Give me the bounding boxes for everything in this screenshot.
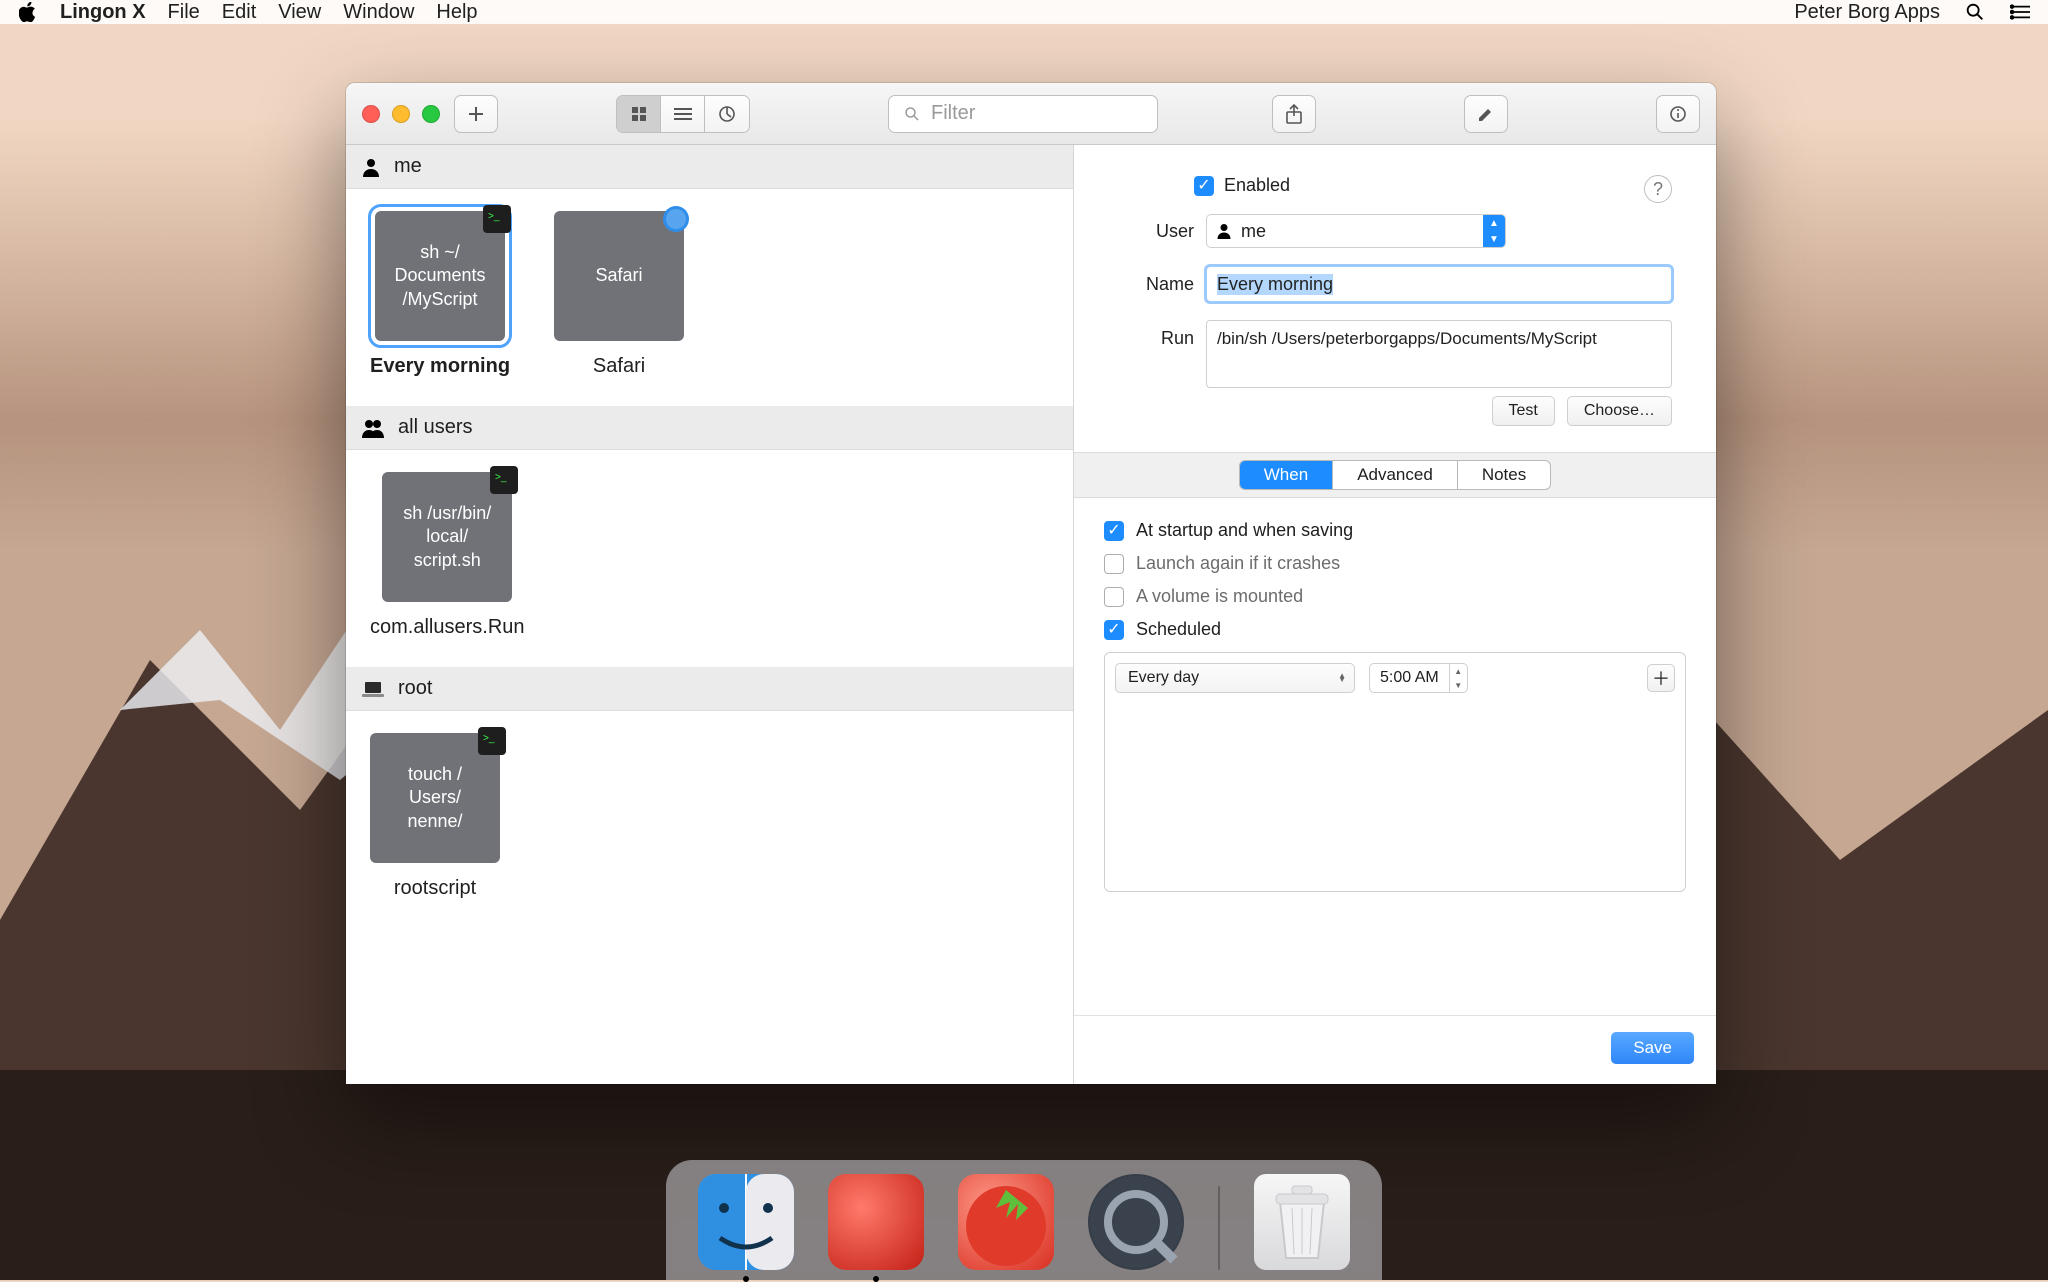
run-label: Run [1074,328,1194,349]
name-label: Name [1074,274,1194,295]
info-button[interactable] [1656,95,1700,133]
detail-tabs: When Advanced Notes [1239,460,1551,490]
dock-quicktime[interactable] [1088,1174,1184,1270]
schedule-time-field[interactable]: 5:00 AM ▲▼ [1369,663,1468,693]
safari-icon [662,205,690,233]
check-volume-mounted[interactable] [1104,587,1124,607]
dock-separator [1218,1186,1220,1270]
name-field[interactable]: Every morning [1206,266,1672,302]
main-window: Filter me sh ~/ Documents /MyScript [346,83,1716,1084]
schedule-list: Every day ▲▼ 5:00 AM ▲▼ ＋ [1104,652,1686,892]
share-button[interactable] [1272,95,1316,133]
dock-app-3[interactable] [958,1174,1054,1270]
tab-notes[interactable]: Notes [1458,461,1550,489]
menu-file[interactable]: File [168,1,200,24]
traffic-lights [362,105,440,123]
save-button[interactable]: Save [1611,1032,1694,1064]
filter-placeholder: Filter [931,102,975,125]
tab-advanced[interactable]: Advanced [1333,461,1458,489]
check-startup[interactable] [1104,521,1124,541]
zoom-window-button[interactable] [422,105,440,123]
menubar-right-label[interactable]: Peter Borg Apps [1794,1,1940,24]
menu-view[interactable]: View [278,1,321,24]
view-grid-button[interactable] [617,96,661,132]
spotlight-icon[interactable] [1964,1,1986,23]
terminal-icon: >_ [478,727,506,755]
user-popup[interactable]: me ▲▼ [1206,214,1506,248]
menu-help[interactable]: Help [436,1,477,24]
laptop-icon [362,681,384,697]
section-header-root[interactable]: root [346,667,1073,711]
section-header-me[interactable]: me [346,145,1073,189]
view-info-button[interactable] [705,96,749,132]
close-window-button[interactable] [362,105,380,123]
menu-edit[interactable]: Edit [222,1,256,24]
edit-button[interactable] [1464,95,1508,133]
menubar: Lingon X File Edit View Window Help Pete… [0,0,2048,24]
schedule-frequency-popup[interactable]: Every day ▲▼ [1115,663,1355,693]
job-card-rootscript[interactable]: touch / Users/ nenne/ >_ rootscript [370,733,500,900]
filter-search[interactable]: Filter [888,95,1158,133]
enabled-label: Enabled [1224,175,1290,196]
add-schedule-button[interactable]: ＋ [1647,664,1675,692]
jobs-list: me sh ~/ Documents /MyScript >_ Every mo… [346,145,1074,1084]
svg-text:>_: >_ [488,211,500,222]
test-button[interactable]: Test [1492,396,1555,426]
tab-when[interactable]: When [1240,461,1333,489]
job-card-safari[interactable]: Safari Safari [554,211,684,378]
app-name[interactable]: Lingon X [60,1,146,24]
enabled-checkbox[interactable] [1194,176,1214,196]
help-button[interactable]: ? [1644,175,1672,203]
detail-panel: Enabled ? User me ▲▼ [1074,145,1716,1084]
users-icon [362,418,384,438]
dock-app-2[interactable] [828,1174,924,1270]
search-icon [903,105,921,123]
check-relaunch[interactable] [1104,554,1124,574]
run-field[interactable]: /bin/sh /Users/peterborgapps/Documents/M… [1206,320,1672,388]
notification-center-icon[interactable] [2010,3,2032,21]
svg-text:>_: >_ [483,733,495,744]
minimize-window-button[interactable] [392,105,410,123]
apple-menu[interactable] [16,2,40,22]
new-job-button[interactable] [454,95,498,133]
view-mode-segment [616,95,750,133]
user-icon [1217,223,1231,239]
terminal-icon: >_ [483,205,511,233]
job-card-every-morning[interactable]: sh ~/ Documents /MyScript >_ Every morni… [370,211,510,378]
choose-button[interactable]: Choose… [1567,396,1672,426]
menu-window[interactable]: Window [343,1,414,24]
check-scheduled[interactable] [1104,620,1124,640]
terminal-icon: >_ [490,466,518,494]
job-card-com-allusers-run[interactable]: sh /usr/bin/ local/ script.sh >_ com.all… [370,472,525,639]
dock [666,1160,1382,1280]
section-header-all-users[interactable]: all users [346,406,1073,450]
dock-trash[interactable] [1254,1174,1350,1270]
titlebar: Filter [346,83,1716,145]
user-label: User [1074,221,1194,242]
view-list-button[interactable] [661,96,705,132]
time-stepper[interactable]: ▲▼ [1449,664,1467,692]
user-icon [362,157,380,177]
dock-finder[interactable] [698,1174,794,1270]
svg-text:>_: >_ [495,472,507,483]
